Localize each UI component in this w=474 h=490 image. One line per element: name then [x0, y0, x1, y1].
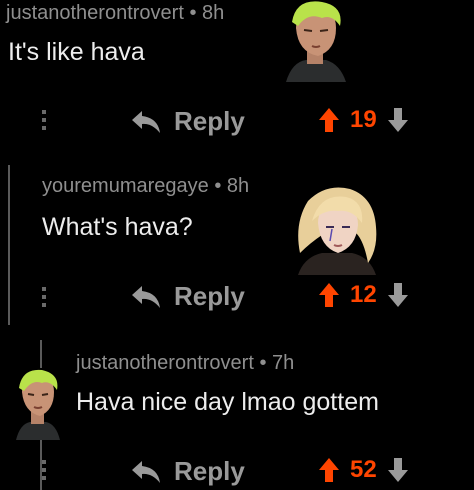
reply-button[interactable]: Reply	[130, 281, 245, 312]
reply-label: Reply	[174, 106, 245, 136]
reply-arrow-icon	[130, 284, 162, 310]
comment-time: 8h	[226, 175, 250, 197]
reply-button[interactable]: Reply	[130, 456, 245, 487]
more-options-icon[interactable]	[42, 287, 46, 311]
comment-time: 7h	[272, 352, 295, 374]
downvote-icon[interactable]	[387, 282, 409, 308]
username-link[interactable]: youremumaregaye	[42, 175, 209, 197]
reply-arrow-icon	[130, 459, 162, 485]
reply-button[interactable]: Reply	[130, 106, 245, 137]
vote-score: 52	[350, 456, 377, 483]
avatar[interactable]	[12, 368, 64, 440]
green-hair-man-avatar-icon	[12, 368, 64, 440]
vote-score: 12	[350, 281, 377, 308]
comment-meta: justanotherontrovert • 7h	[76, 352, 294, 375]
downvote-icon[interactable]	[387, 107, 409, 133]
downvote-icon[interactable]	[387, 457, 409, 483]
vote-score: 19	[350, 106, 377, 133]
username-link[interactable]: justanotherontrovert	[76, 352, 254, 374]
reply-arrow-icon	[130, 109, 162, 135]
upvote-icon[interactable]	[318, 282, 340, 308]
comment-body: What's hava?	[42, 213, 193, 241]
avatar[interactable]	[278, 0, 352, 82]
comment-time: 8h	[202, 2, 225, 24]
upvote-icon[interactable]	[318, 107, 340, 133]
vote-controls: 52	[318, 456, 409, 484]
avatar[interactable]	[292, 183, 382, 275]
username-link[interactable]: justanotherontrovert	[6, 2, 184, 24]
more-options-icon[interactable]	[42, 110, 46, 134]
upvote-icon[interactable]	[318, 457, 340, 483]
comment-meta: justanotherontrovert • 8h	[6, 2, 224, 25]
blonde-woman-avatar-icon	[292, 183, 382, 275]
reply-label: Reply	[174, 456, 245, 486]
comment-3: justanotherontrovert • 7h Hava nice day …	[0, 340, 474, 490]
comment-1: justanotherontrovert • 8h It's like hava…	[0, 0, 474, 150]
meta-separator: •	[189, 2, 197, 24]
more-options-icon[interactable]	[42, 460, 46, 484]
vote-controls: 19	[318, 106, 409, 134]
comment-2: youremumaregaye • 8h What's hava? Reply …	[0, 165, 474, 335]
comment-meta: youremumaregaye • 8h	[42, 175, 249, 198]
comment-body: Hava nice day lmao gottem	[76, 388, 379, 416]
meta-separator: •	[259, 352, 267, 374]
reply-label: Reply	[174, 281, 245, 311]
green-hair-man-avatar-icon	[278, 0, 352, 82]
vote-controls: 12	[318, 281, 409, 309]
comment-body: It's like hava	[8, 38, 145, 66]
meta-separator: •	[214, 175, 222, 197]
